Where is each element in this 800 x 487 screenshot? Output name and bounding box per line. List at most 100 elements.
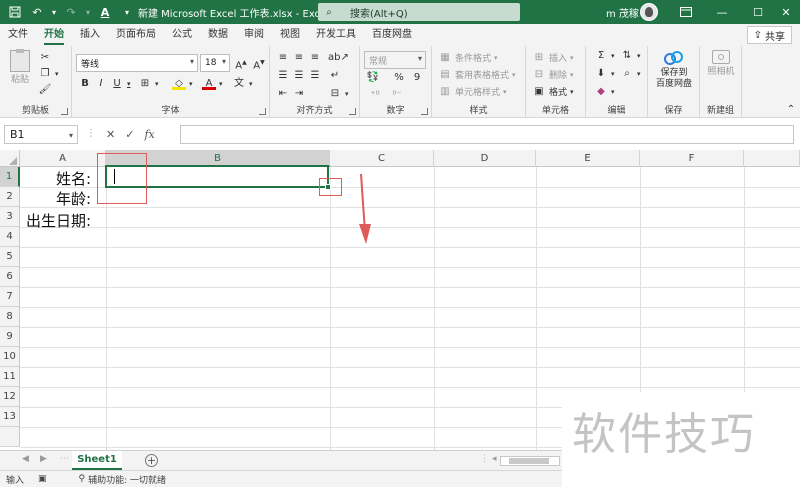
number-launcher-icon[interactable] — [421, 108, 428, 115]
font-color-icon[interactable]: A — [96, 3, 114, 21]
bold-button[interactable]: B — [78, 78, 92, 90]
row-header-1[interactable]: 1 — [0, 167, 20, 187]
add-sheet-icon[interactable]: + — [145, 454, 158, 467]
italic-button[interactable]: I — [94, 78, 108, 90]
align-left-icon[interactable]: ☰ — [276, 70, 290, 82]
borders-icon[interactable]: ⊞ ▾ — [138, 78, 159, 90]
name-box[interactable]: B1 ▾ — [4, 125, 78, 144]
column-header-f[interactable]: F — [640, 150, 744, 167]
tab-developer[interactable]: 开发工具 — [308, 24, 364, 46]
column-header-g[interactable] — [744, 150, 800, 167]
minimize-button[interactable]: — — [704, 0, 740, 24]
format-as-table-button[interactable]: ▤ 套用表格格式 ▾ — [438, 68, 515, 82]
find-select-icon[interactable]: ⌕ ▾ — [620, 68, 640, 80]
align-middle-icon[interactable]: ≡ — [292, 52, 306, 64]
alignment-launcher-icon[interactable] — [349, 108, 356, 115]
cut-icon[interactable]: ✂ — [38, 52, 52, 64]
font-name-select[interactable]: 等线 ▾ — [76, 54, 198, 72]
align-bottom-icon[interactable]: ≡ — [308, 52, 322, 64]
decrease-decimal-icon[interactable]: ⁰⁻ — [390, 90, 404, 102]
undo-icon[interactable]: ↶ — [28, 3, 46, 21]
increase-decimal-icon[interactable]: ⁺⁰ — [368, 90, 382, 102]
clear-icon[interactable]: ◆ ▾ — [594, 86, 614, 98]
row-header-11[interactable]: 11 — [0, 367, 20, 387]
tab-data[interactable]: 数据 — [200, 24, 236, 46]
tab-formulas[interactable]: 公式 — [164, 24, 200, 46]
tab-view[interactable]: 视图 — [272, 24, 308, 46]
tab-file[interactable]: 文件 — [0, 24, 36, 46]
row-header-10[interactable]: 10 — [0, 347, 20, 367]
save-to-baidu-button[interactable]: 保存到 百度网盘 — [652, 50, 696, 90]
decrease-indent-icon[interactable]: ⇤ — [276, 88, 290, 100]
scroll-left-icon[interactable]: ◂ — [492, 454, 497, 464]
prev-sheet-icon[interactable]: ◀ — [22, 454, 29, 464]
increase-indent-icon[interactable]: ⇥ — [292, 88, 306, 100]
format-painter-icon[interactable]: 🖌 — [38, 84, 52, 96]
select-all-button[interactable] — [0, 150, 20, 167]
comma-button[interactable]: 9 — [410, 72, 424, 84]
delete-cells-button[interactable]: ⊟ 删除 ▾ — [532, 68, 574, 82]
font-color-button[interactable]: A ▾ — [202, 78, 223, 90]
tab-baidu-netdisk[interactable]: 百度网盘 — [364, 24, 420, 46]
row-header-8[interactable]: 8 — [0, 307, 20, 327]
row-header-13[interactable]: 13 — [0, 407, 20, 427]
close-button[interactable]: ✕ — [768, 0, 800, 24]
sort-filter-icon[interactable]: ⇅ ▾ — [620, 50, 641, 62]
tab-review[interactable]: 审阅 — [236, 24, 272, 46]
autosum-icon[interactable]: Σ ▾ — [594, 50, 615, 62]
fill-color-icon[interactable]: ◇ ▾ — [172, 78, 193, 90]
user-name[interactable]: m 茂稼 — [606, 5, 639, 20]
clipboard-launcher-icon[interactable] — [61, 108, 68, 115]
format-cells-button[interactable]: ▣ 格式 ▾ — [532, 85, 573, 99]
insert-cells-button[interactable]: ⊞ 插入 ▾ — [532, 51, 574, 65]
row-header-12[interactable]: 12 — [0, 387, 20, 407]
redo-dropdown-icon[interactable]: ▾ — [84, 3, 92, 21]
row-header-7[interactable]: 7 — [0, 287, 20, 307]
row-header-6[interactable]: 6 — [0, 267, 20, 287]
scrollbar-thumb[interactable] — [509, 458, 549, 464]
decrease-font-icon[interactable]: A▼ — [252, 57, 266, 71]
tab-insert[interactable]: 插入 — [72, 24, 108, 46]
insert-function-icon[interactable]: fx — [144, 128, 154, 141]
column-header-e[interactable]: E — [536, 150, 640, 167]
column-header-a[interactable]: A — [20, 150, 106, 167]
percent-button[interactable]: % — [392, 72, 406, 84]
cell-styles-button[interactable]: ▥ 单元格样式 ▾ — [438, 85, 506, 99]
fill-icon[interactable]: ⬇ ▾ — [594, 68, 615, 80]
copy-icon[interactable]: ❐ ▾ — [38, 68, 59, 80]
merge-center-icon[interactable]: ⊟ ▾ — [328, 88, 349, 100]
align-center-icon[interactable]: ☰ — [292, 70, 306, 82]
undo-dropdown-icon[interactable]: ▾ — [50, 3, 58, 21]
sheet-tab-sheet1[interactable]: Sheet1 — [72, 451, 122, 470]
font-launcher-icon[interactable] — [259, 108, 266, 115]
row-header-3[interactable]: 3 — [0, 207, 20, 227]
column-header-d[interactable]: D — [434, 150, 536, 167]
save-icon[interactable] — [6, 3, 24, 21]
macro-record-icon[interactable]: ▣ — [38, 474, 47, 484]
row-header-4[interactable]: 4 — [0, 227, 20, 247]
phonetic-icon[interactable]: 文 ▾ — [232, 78, 253, 90]
wrap-text-icon[interactable]: ↵ — [328, 70, 342, 82]
currency-icon[interactable]: 💱 — [366, 72, 380, 84]
redo-icon[interactable]: ↷ — [62, 3, 80, 21]
cancel-icon[interactable]: ✕ — [106, 128, 115, 141]
scroll-grip-icon[interactable]: ⋮ — [480, 454, 489, 464]
tab-home[interactable]: 开始 — [36, 24, 72, 46]
accessibility-status[interactable]: ⚲ 辅助功能: 一切就绪 — [79, 473, 167, 486]
row-header-2[interactable]: 2 — [0, 187, 20, 207]
cell-a1[interactable]: 姓名: — [56, 168, 91, 189]
row-header-9[interactable]: 9 — [0, 327, 20, 347]
underline-button[interactable]: U ▾ — [110, 78, 130, 90]
row-header-5[interactable]: 5 — [0, 247, 20, 267]
horizontal-scrollbar[interactable] — [500, 456, 560, 466]
next-sheet-icon[interactable]: ▶ — [40, 454, 47, 464]
cell-a2[interactable]: 年龄: — [56, 188, 91, 209]
ribbon-display-options-icon[interactable] — [668, 0, 704, 24]
cell-a3[interactable]: 出生日期: — [26, 210, 91, 231]
row-header-14[interactable] — [0, 427, 20, 447]
more-sheets-icon[interactable]: ⋯ — [60, 454, 69, 464]
share-button[interactable]: ⇪ 共享 — [746, 26, 792, 44]
conditional-format-button[interactable]: ▦ 条件格式 ▾ — [438, 51, 497, 65]
font-size-select[interactable]: 18 ▾ — [200, 54, 230, 72]
customize-qat-icon[interactable]: ▾ — [118, 3, 136, 21]
